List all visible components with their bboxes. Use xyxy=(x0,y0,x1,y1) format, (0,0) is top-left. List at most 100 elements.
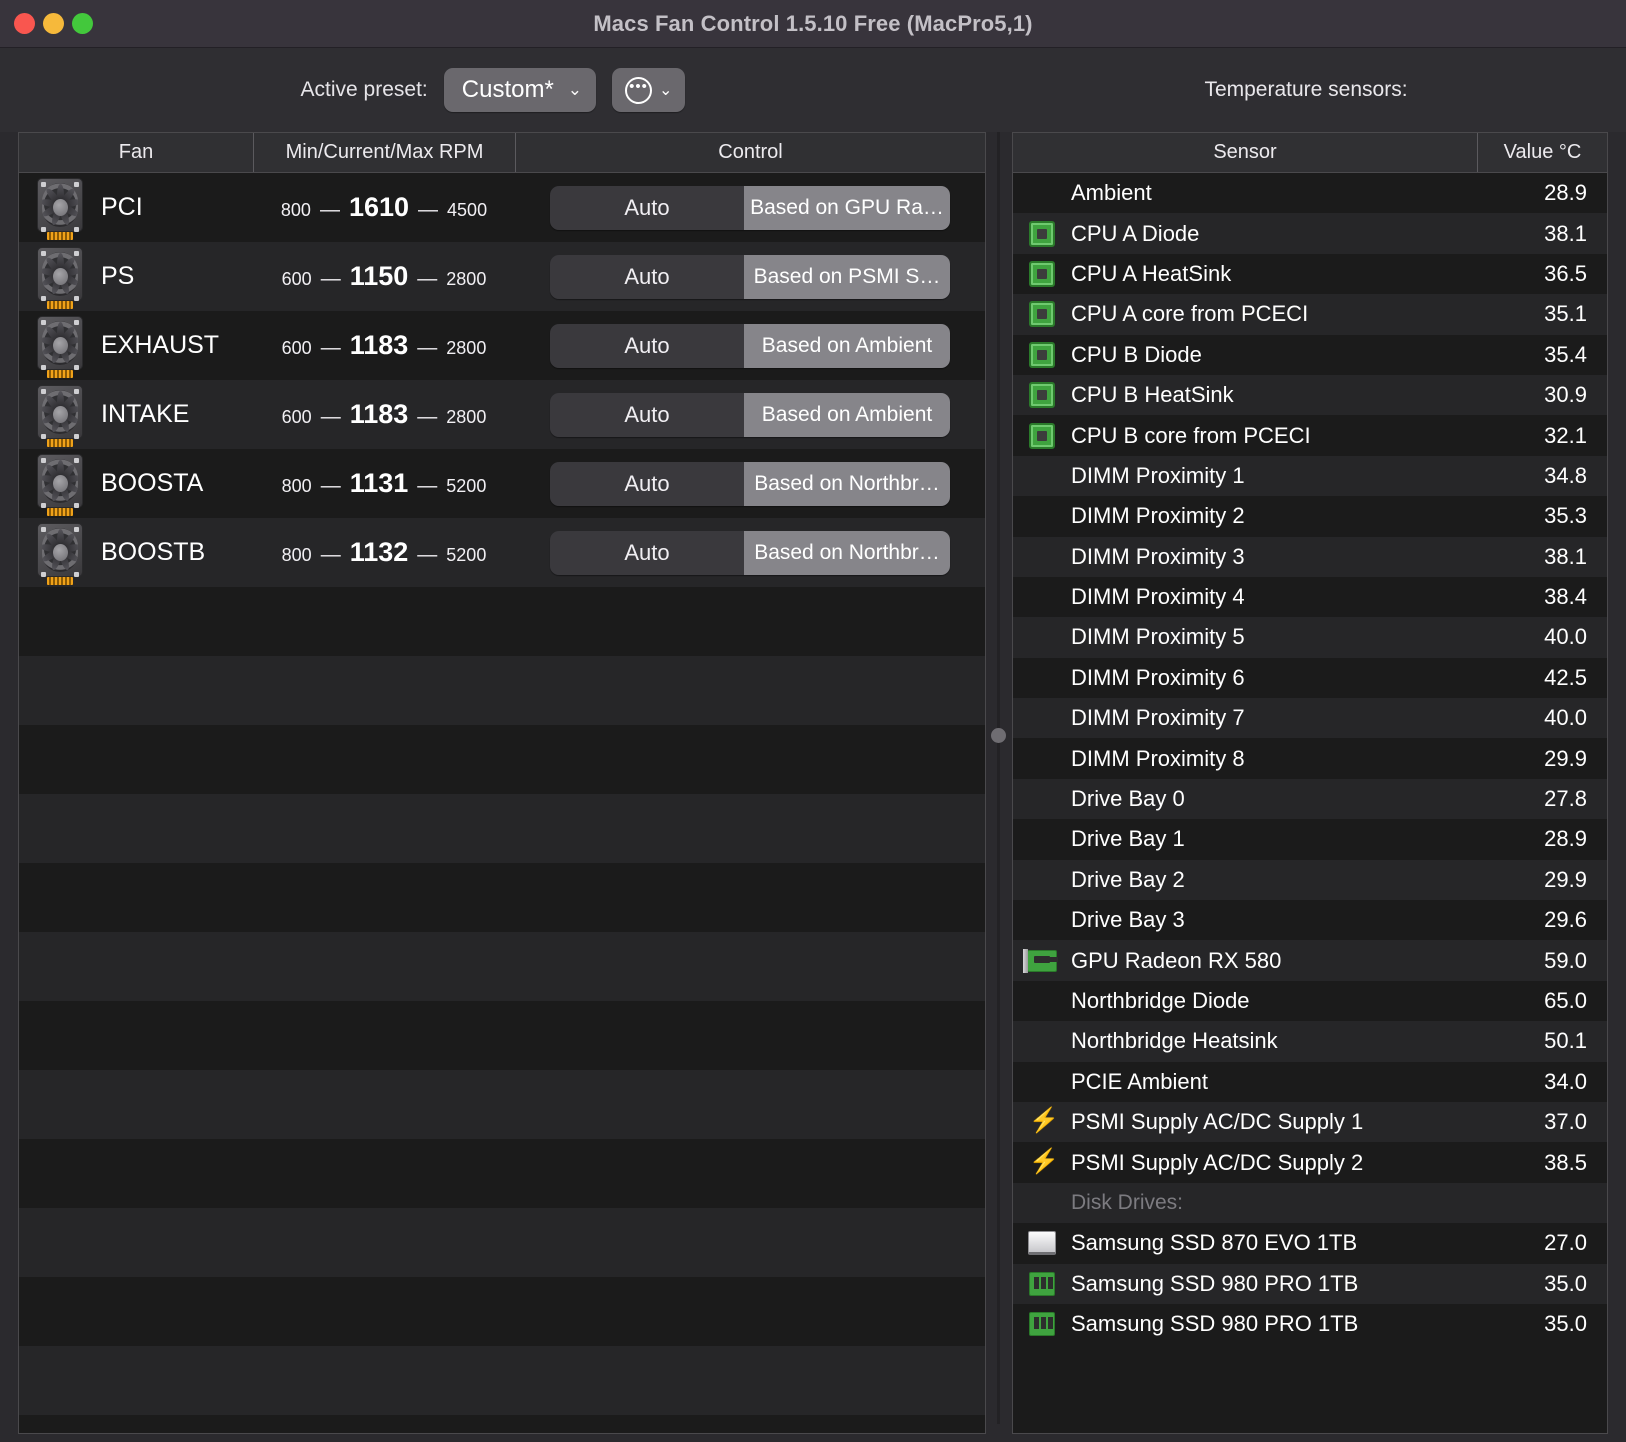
fan-rpm-max: 4500 xyxy=(447,200,488,220)
sensor-row[interactable]: ⚡ PSMI Supply AC/DC Supply 1 37.0 xyxy=(1013,1101,1607,1143)
fan-sensor-based-button[interactable]: Based on PSMI S… xyxy=(744,254,950,299)
sensor-row[interactable]: CPU B core from PCECI 32.1 xyxy=(1013,415,1607,456)
sensor-row[interactable]: DIMM Proximity 8 29.9 xyxy=(1013,738,1607,779)
minimize-button[interactable] xyxy=(43,13,64,34)
sensor-row[interactable]: Samsung SSD 870 EVO 1TB 27.0 xyxy=(1013,1223,1607,1264)
fan-control-segmented[interactable]: Auto Based on Ambient xyxy=(550,323,950,368)
fan-auto-button[interactable]: Auto xyxy=(550,530,744,575)
fan-sensor-based-button[interactable]: Based on Northbr… xyxy=(744,530,950,575)
traffic-lights xyxy=(14,13,93,34)
sensor-row[interactable]: CPU A core from PCECI 35.1 xyxy=(1013,294,1607,335)
sensor-name: Samsung SSD 980 PRO 1TB xyxy=(1071,1270,1359,1296)
fan-sensor-based-button[interactable]: Based on GPU Ra… xyxy=(744,185,950,230)
sensor-row[interactable]: DIMM Proximity 1 34.8 xyxy=(1013,455,1607,497)
sensor-table-body: Ambient 28.9 CPU A Diode 38.1 CPU A HeatSink… xyxy=(1013,173,1607,1433)
fan-auto-button[interactable]: Auto xyxy=(550,392,744,437)
sensor-row[interactable]: ⚡ PSMI Supply AC/DC Supply 2 38.5 xyxy=(1013,1142,1607,1183)
fan-control-segmented[interactable]: Auto Based on PSMI S… xyxy=(550,254,950,299)
fan-rpm-max: 5200 xyxy=(446,545,487,565)
fan-rpm-max: 2800 xyxy=(446,269,487,289)
sensor-name: CPU B Diode xyxy=(1071,341,1202,367)
sensor-row[interactable]: PCIE Ambient 34.0 xyxy=(1013,1061,1607,1102)
sensor-name: Drive Bay 0 xyxy=(1071,786,1185,812)
sensor-value: 40.0 xyxy=(1544,624,1587,650)
preset-menu-button[interactable]: ••• ⌄ xyxy=(612,68,686,112)
cpu-icon xyxy=(1029,220,1055,247)
sensor-value: 35.4 xyxy=(1544,341,1587,367)
sensor-name: CPU A Diode xyxy=(1071,220,1200,246)
column-header-rpm[interactable]: Min/Current/Max RPM xyxy=(253,133,515,172)
fan-sensor-based-button[interactable]: Based on Ambient xyxy=(744,392,950,437)
fan-control-segmented[interactable]: Auto Based on Ambient xyxy=(550,392,950,437)
preset-dropdown[interactable]: Custom* ⌄ xyxy=(443,68,597,112)
close-button[interactable] xyxy=(14,13,35,34)
fan-control-cell: Auto Based on PSMI S… xyxy=(515,254,985,299)
sensor-row[interactable]: CPU A Diode 38.1 xyxy=(1013,213,1607,254)
fan-auto-button[interactable]: Auto xyxy=(550,461,744,506)
splitter-handle[interactable] xyxy=(991,728,1006,743)
fan-control-segmented[interactable]: Auto Based on Northbr… xyxy=(550,530,950,575)
sensor-row[interactable]: DIMM Proximity 4 38.4 xyxy=(1013,576,1607,618)
sensor-name: Northbridge Heatsink xyxy=(1071,1028,1278,1054)
sensor-value: 38.5 xyxy=(1544,1149,1587,1175)
temperature-sensors-label: Temperature sensors: xyxy=(1204,78,1408,101)
sensors-header: Temperature sensors: xyxy=(986,78,1626,102)
sensor-row[interactable]: Samsung SSD 980 PRO 1TB 35.0 xyxy=(1013,1303,1607,1345)
fan-auto-button[interactable]: Auto xyxy=(550,185,744,230)
sensor-row[interactable]: Ambient 28.9 xyxy=(1013,173,1607,214)
sensor-value: 27.0 xyxy=(1544,1230,1587,1256)
fan-row[interactable]: INTAKE 600—1183—2800 Auto Based on Ambient xyxy=(19,380,985,449)
fan-row[interactable]: EXHAUST 600—1183—2800 Auto Based on Ambient xyxy=(19,311,985,380)
fan-rpm-min: 800 xyxy=(280,200,311,220)
sensor-row[interactable]: CPU B HeatSink 30.9 xyxy=(1013,374,1607,416)
sensor-row[interactable]: Northbridge Diode 65.0 xyxy=(1013,980,1607,1022)
sensor-row[interactable]: DIMM Proximity 5 40.0 xyxy=(1013,617,1607,658)
sensor-name: DIMM Proximity 8 xyxy=(1071,745,1245,771)
sensor-row[interactable]: Samsung SSD 980 PRO 1TB 35.0 xyxy=(1013,1263,1607,1304)
bolt-icon: ⚡ xyxy=(1029,1147,1059,1175)
sensor-value: 32.1 xyxy=(1544,422,1587,448)
sensor-row[interactable]: CPU A HeatSink 36.5 xyxy=(1013,253,1607,295)
sensor-row[interactable]: Northbridge Heatsink 50.1 xyxy=(1013,1021,1607,1062)
fan-name: BOOSTB xyxy=(101,538,206,566)
fan-control-segmented[interactable]: Auto Based on Northbr… xyxy=(550,461,950,506)
zoom-button[interactable] xyxy=(72,13,93,34)
column-header-value[interactable]: Value °C xyxy=(1477,133,1607,172)
fan-name-cell: PCI xyxy=(19,176,253,240)
preset-dropdown-value: Custom* xyxy=(461,76,554,103)
sensor-row[interactable]: DIMM Proximity 6 42.5 xyxy=(1013,657,1607,699)
sensor-icon-cell xyxy=(1013,301,1071,328)
sensor-name: Samsung SSD 870 EVO 1TB xyxy=(1071,1230,1358,1256)
fan-sensor-based-button[interactable]: Based on Ambient xyxy=(744,323,950,368)
sensor-row[interactable]: Drive Bay 1 28.9 xyxy=(1013,819,1607,860)
fan-row-empty xyxy=(19,794,985,863)
sensor-group-row: Disk Drives: xyxy=(1013,1182,1607,1224)
fan-row[interactable]: PCI 800—1610—4500 Auto Based on GPU Ra… xyxy=(19,173,985,242)
fan-row-empty xyxy=(19,932,985,1001)
sensor-value: 38.4 xyxy=(1544,584,1587,610)
column-header-sensor[interactable]: Sensor xyxy=(1013,133,1477,172)
fan-auto-button[interactable]: Auto xyxy=(550,254,744,299)
fan-row[interactable]: PS 600—1150—2800 Auto Based on PSMI S… xyxy=(19,242,985,311)
sensor-row[interactable]: GPU Radeon RX 580 59.0 xyxy=(1013,940,1607,981)
fan-control-segmented[interactable]: Auto Based on GPU Ra… xyxy=(550,185,950,230)
sensor-row[interactable]: DIMM Proximity 7 40.0 xyxy=(1013,698,1607,739)
sensor-row[interactable]: Drive Bay 0 27.8 xyxy=(1013,778,1607,820)
fan-sensor-based-button[interactable]: Based on Northbr… xyxy=(744,461,950,506)
pane-splitter[interactable] xyxy=(986,132,1012,1434)
column-header-control[interactable]: Control xyxy=(515,133,985,172)
sensor-row[interactable]: Drive Bay 2 29.9 xyxy=(1013,859,1607,901)
sensor-row[interactable]: CPU B Diode 35.4 xyxy=(1013,334,1607,375)
fan-rpm-min: 800 xyxy=(281,545,312,565)
sensor-value: 35.0 xyxy=(1544,1270,1587,1296)
fan-row[interactable]: BOOSTA 800—1131—5200 Auto Based on Northbr… xyxy=(19,449,985,518)
cpu-icon xyxy=(1029,260,1055,287)
sensor-name: CPU A HeatSink xyxy=(1071,260,1232,286)
sensor-row[interactable]: DIMM Proximity 3 38.1 xyxy=(1013,536,1607,577)
sensor-row[interactable]: DIMM Proximity 2 35.3 xyxy=(1013,496,1607,537)
sensor-icon-cell xyxy=(1013,220,1071,247)
fan-row[interactable]: BOOSTB 800—1132—5200 Auto Based on Northbr… xyxy=(19,518,985,587)
fan-auto-button[interactable]: Auto xyxy=(550,323,744,368)
sensor-row[interactable]: Drive Bay 3 29.6 xyxy=(1013,900,1607,941)
column-header-fan[interactable]: Fan xyxy=(19,133,253,172)
